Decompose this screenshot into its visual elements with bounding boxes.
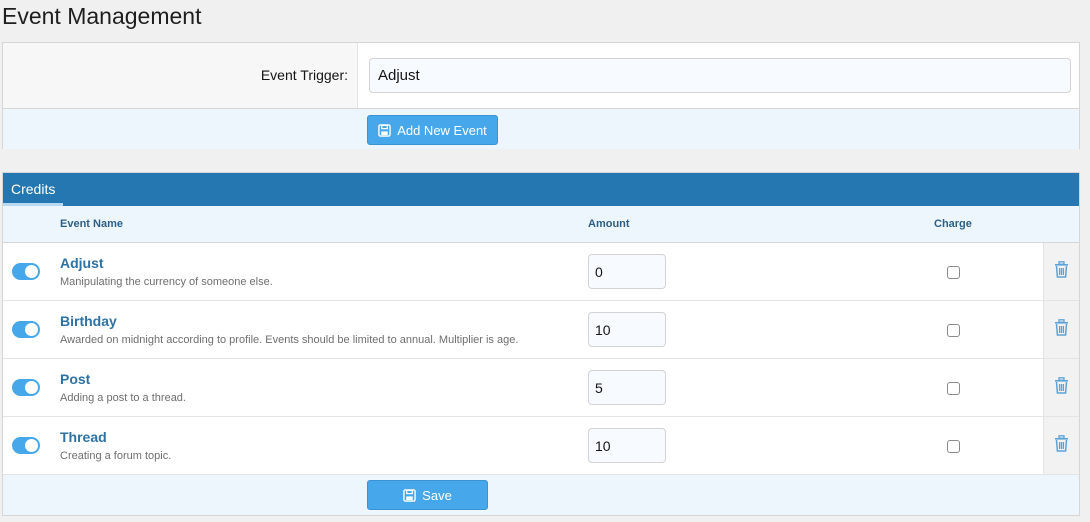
event-enabled-toggle[interactable] xyxy=(12,379,40,396)
event-name-link[interactable]: Post xyxy=(60,371,90,387)
delete-button[interactable] xyxy=(1043,301,1079,358)
event-description: Adding a post to a thread. xyxy=(60,392,186,404)
event-description: Awarded on midnight according to profile… xyxy=(60,334,519,346)
toggle-knob xyxy=(25,323,38,336)
event-enabled-toggle[interactable] xyxy=(12,263,40,280)
table-row: Adjust Manipulating the currency of some… xyxy=(3,243,1079,301)
event-trigger-input[interactable] xyxy=(369,58,1071,93)
column-header-amount: Amount xyxy=(588,218,630,230)
trash-icon xyxy=(1054,434,1069,457)
event-description: Manipulating the currency of someone els… xyxy=(60,276,273,288)
column-header-charge: Charge xyxy=(934,218,972,230)
trash-icon xyxy=(1054,260,1069,283)
credits-panel: Credits Event Name Amount Charge Adjust … xyxy=(2,172,1080,516)
event-name-link[interactable]: Birthday xyxy=(60,313,117,329)
delete-button[interactable] xyxy=(1043,359,1079,416)
amount-input[interactable] xyxy=(588,312,666,347)
form-label-cell: Event Trigger: xyxy=(3,43,358,108)
charge-checkbox[interactable] xyxy=(947,324,960,337)
amount-input[interactable] xyxy=(588,370,666,405)
tab-credits[interactable]: Credits xyxy=(3,173,64,206)
save-button-label: Save xyxy=(422,487,452,503)
event-trigger-row: Event Trigger: xyxy=(3,43,1079,109)
charge-checkbox[interactable] xyxy=(947,266,960,279)
delete-button[interactable] xyxy=(1043,243,1079,300)
event-name-link[interactable]: Adjust xyxy=(60,255,104,271)
charge-checkbox[interactable] xyxy=(947,382,960,395)
form-footer: Add New Event xyxy=(3,109,1079,149)
charge-checkbox[interactable] xyxy=(947,440,960,453)
toggle-knob xyxy=(25,265,38,278)
event-name-link[interactable]: Thread xyxy=(60,429,107,445)
toggle-knob xyxy=(25,381,38,394)
amount-input[interactable] xyxy=(588,428,666,463)
add-new-event-label: Add New Event xyxy=(397,122,487,138)
trash-icon xyxy=(1054,318,1069,341)
event-enabled-toggle[interactable] xyxy=(12,321,40,338)
toggle-knob xyxy=(25,439,38,452)
amount-input[interactable] xyxy=(588,254,666,289)
event-trigger-form: Event Trigger: Add New Event xyxy=(2,42,1080,149)
column-header-event-name: Event Name xyxy=(60,218,123,230)
save-icon xyxy=(403,488,416,502)
table-header: Event Name Amount Charge xyxy=(3,206,1079,243)
credits-footer: Save xyxy=(3,475,1079,515)
page-title: Event Management xyxy=(2,3,202,29)
delete-button[interactable] xyxy=(1043,417,1079,474)
save-icon xyxy=(378,123,391,137)
table-row: Thread Creating a forum topic. xyxy=(3,417,1079,475)
table-row: Birthday Awarded on midnight according t… xyxy=(3,301,1079,359)
trash-icon xyxy=(1054,376,1069,399)
credits-header: Credits xyxy=(3,173,1079,206)
table-row: Post Adding a post to a thread. xyxy=(3,359,1079,417)
save-button[interactable]: Save xyxy=(367,480,488,510)
event-description: Creating a forum topic. xyxy=(60,450,172,462)
event-trigger-label: Event Trigger: xyxy=(260,67,348,83)
add-new-event-button[interactable]: Add New Event xyxy=(367,115,498,145)
event-enabled-toggle[interactable] xyxy=(12,437,40,454)
